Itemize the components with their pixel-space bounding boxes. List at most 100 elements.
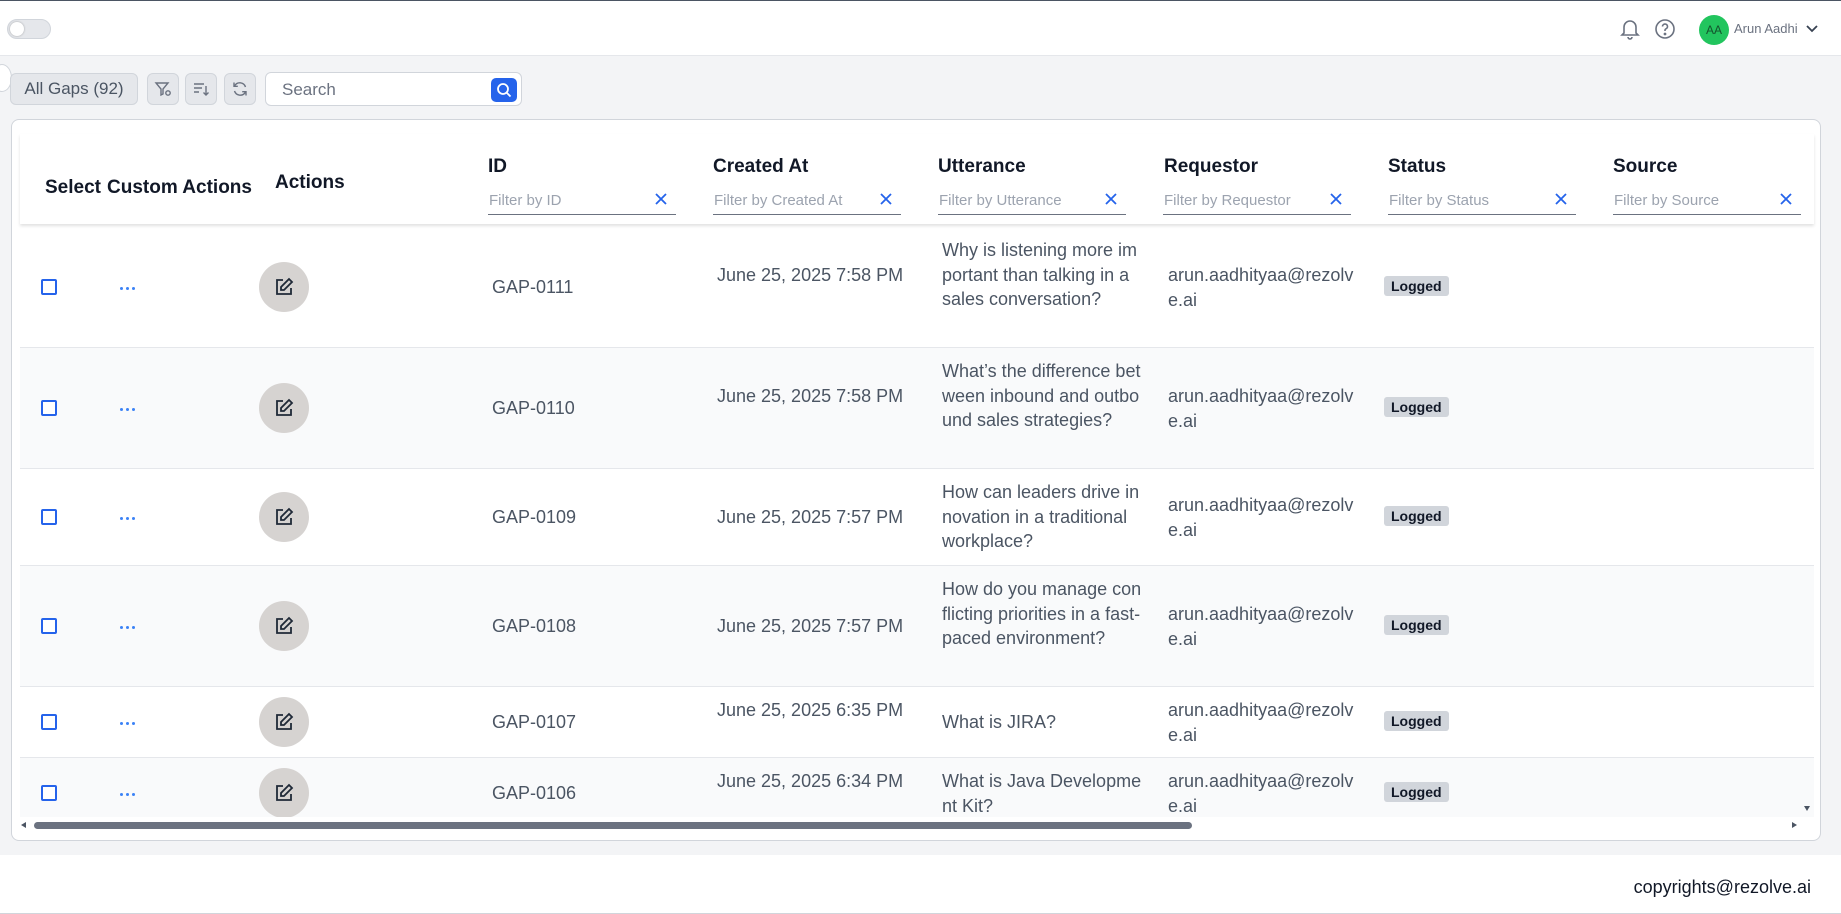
edit-button[interactable] xyxy=(259,383,309,433)
row-checkbox[interactable] xyxy=(41,509,57,525)
table-row[interactable]: GAP-0106 June 25, 2025 6:34 PM What is J… xyxy=(20,758,1814,817)
filter-source xyxy=(1613,186,1801,215)
table-row[interactable]: GAP-0108 June 25, 2025 7:57 PM How do yo… xyxy=(20,566,1814,687)
status-badge: Logged xyxy=(1384,711,1449,731)
filter-utterance xyxy=(938,186,1126,215)
edit-button[interactable] xyxy=(259,262,309,312)
edit-icon xyxy=(276,783,294,801)
refresh-icon xyxy=(233,82,247,96)
header-select: Select xyxy=(45,177,101,198)
cell-utterance: Why is listening more important than tal… xyxy=(942,240,1138,309)
header-custom-actions: Custom Actions xyxy=(107,177,252,198)
filter-created-at xyxy=(713,186,901,215)
row-checkbox[interactable] xyxy=(41,279,57,295)
cell-created-at: June 25, 2025 7:58 PM xyxy=(717,386,904,406)
horizontal-scrollbar[interactable] xyxy=(20,818,1800,832)
bell-icon[interactable] xyxy=(1618,17,1642,41)
filter-requestor-input[interactable] xyxy=(1164,190,1314,210)
help-icon[interactable] xyxy=(1653,17,1677,41)
table-row[interactable]: GAP-0109 June 25, 2025 7:57 PM How can l… xyxy=(20,469,1814,566)
cell-created-at: June 25, 2025 7:57 PM xyxy=(717,616,904,636)
custom-actions-menu-icon[interactable] xyxy=(120,623,140,631)
status-badge: Logged xyxy=(1384,276,1449,296)
table-row[interactable]: GAP-0111 June 25, 2025 7:58 PM Why is li… xyxy=(20,227,1814,348)
filter-id xyxy=(488,186,676,215)
filter-id-input[interactable] xyxy=(489,190,639,210)
filter-button[interactable] xyxy=(147,73,179,105)
edit-icon xyxy=(276,398,294,416)
theme-toggle[interactable] xyxy=(7,19,51,39)
filter-status xyxy=(1388,186,1576,215)
horizontal-scroll-thumb[interactable] xyxy=(34,822,1192,829)
edit-button[interactable] xyxy=(259,492,309,542)
user-name[interactable]: Arun Aadhi xyxy=(1734,21,1798,36)
header-source: Source xyxy=(1613,156,1678,177)
row-checkbox[interactable] xyxy=(41,400,57,416)
toggle-knob xyxy=(10,22,24,36)
edit-icon xyxy=(276,616,294,634)
cell-id: GAP-0109 xyxy=(492,507,577,527)
scroll-right-arrow-icon[interactable] xyxy=(1790,821,1798,829)
refresh-button[interactable] xyxy=(224,73,256,105)
search-icon xyxy=(497,83,512,98)
gaps-table-card: Select Custom Actions Actions ID Created… xyxy=(11,119,1821,841)
edit-button[interactable] xyxy=(259,601,309,651)
cell-id: GAP-0108 xyxy=(492,616,577,636)
filter-source-input[interactable] xyxy=(1614,190,1764,210)
edit-icon xyxy=(276,712,294,730)
table-row[interactable]: GAP-0110 June 25, 2025 7:58 PM What’s th… xyxy=(20,348,1814,469)
search-box xyxy=(265,72,522,106)
row-checkbox[interactable] xyxy=(41,714,57,730)
search-input[interactable] xyxy=(280,79,484,101)
view-selector[interactable]: All Gaps (92) xyxy=(10,73,138,105)
custom-actions-menu-icon[interactable] xyxy=(120,405,140,413)
custom-actions-menu-icon[interactable] xyxy=(120,790,140,798)
row-checkbox[interactable] xyxy=(41,618,57,634)
cell-created-at: June 25, 2025 7:58 PM xyxy=(717,265,904,285)
sort-button[interactable] xyxy=(185,73,217,105)
edit-button[interactable] xyxy=(259,768,309,817)
cell-requestor: arun.aadhityaa@rezolve.ai xyxy=(1168,700,1354,745)
status-badge: Logged xyxy=(1384,615,1449,635)
header-actions: Actions xyxy=(275,172,345,193)
edit-button[interactable] xyxy=(259,697,309,747)
edit-icon xyxy=(276,507,294,525)
clear-filter-requestor-icon[interactable] xyxy=(1329,192,1343,211)
custom-actions-menu-icon[interactable] xyxy=(120,514,140,522)
table-row[interactable]: GAP-0107 June 25, 2025 6:35 PM What is J… xyxy=(20,687,1814,758)
cell-utterance: What is Java Development Kit? xyxy=(942,771,1142,816)
filter-requestor xyxy=(1163,186,1351,215)
filter-created-at-input[interactable] xyxy=(714,190,864,210)
filter-status-input[interactable] xyxy=(1389,190,1539,210)
clear-filter-id-icon[interactable] xyxy=(654,192,668,211)
cell-id: GAP-0111 xyxy=(492,277,574,297)
status-badge: Logged xyxy=(1384,506,1449,526)
chevron-down-icon[interactable] xyxy=(1805,21,1819,40)
avatar[interactable]: AA xyxy=(1699,15,1729,45)
cell-id: GAP-0110 xyxy=(492,398,575,418)
header-id: ID xyxy=(488,156,507,177)
clear-filter-source-icon[interactable] xyxy=(1779,192,1793,211)
cell-utterance: What is JIRA? xyxy=(942,712,1057,732)
scroll-left-arrow-icon[interactable] xyxy=(20,821,28,829)
cell-requestor: arun.aadhityaa@rezolve.ai xyxy=(1168,386,1354,431)
custom-actions-menu-icon[interactable] xyxy=(120,719,140,727)
vertical-scrollbar[interactable] xyxy=(1802,138,1812,818)
row-checkbox[interactable] xyxy=(41,785,57,801)
filter-utterance-input[interactable] xyxy=(939,190,1089,210)
custom-actions-menu-icon[interactable] xyxy=(120,284,140,292)
header-utterance: Utterance xyxy=(938,156,1026,177)
header-created-at: Created At xyxy=(713,156,809,177)
filter-icon xyxy=(154,82,171,97)
cell-id: GAP-0107 xyxy=(492,712,577,732)
clear-filter-created-at-icon[interactable] xyxy=(879,192,893,211)
cell-requestor: arun.aadhityaa@rezolve.ai xyxy=(1168,265,1354,310)
status-badge: Logged xyxy=(1384,397,1449,417)
search-button[interactable] xyxy=(491,78,517,102)
header-status: Status xyxy=(1388,156,1447,177)
clear-filter-utterance-icon[interactable] xyxy=(1104,192,1118,211)
cell-created-at: June 25, 2025 7:57 PM xyxy=(717,507,904,527)
clear-filter-status-icon[interactable] xyxy=(1554,192,1568,211)
scroll-down-arrow-icon[interactable] xyxy=(1803,804,1811,812)
edit-icon xyxy=(276,277,294,295)
